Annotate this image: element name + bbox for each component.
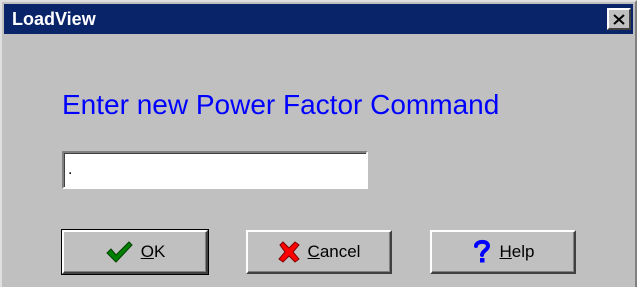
x-icon xyxy=(277,241,300,263)
ok-button[interactable]: OK xyxy=(61,229,209,275)
question-icon xyxy=(472,239,492,265)
cancel-label: Cancel xyxy=(307,242,361,261)
window-title: LoadView xyxy=(12,9,96,29)
power-factor-input[interactable] xyxy=(62,151,368,189)
close-icon xyxy=(613,13,625,25)
close-button[interactable] xyxy=(607,8,631,30)
help-button[interactable]: Help xyxy=(430,230,576,274)
checkmark-icon xyxy=(105,240,133,264)
title-bar[interactable]: LoadView xyxy=(4,4,633,34)
cancel-button[interactable]: Cancel xyxy=(246,230,392,274)
loadview-dialog: LoadView Enter new Power Factor Command … xyxy=(0,0,637,287)
ok-label: OK xyxy=(140,242,166,261)
prompt-label: Enter new Power Factor Command xyxy=(62,89,500,120)
help-label: Help xyxy=(499,242,535,261)
